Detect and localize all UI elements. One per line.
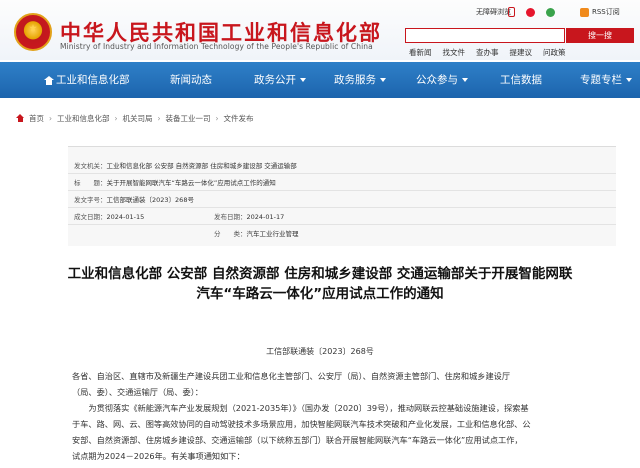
quick-links: 看新闻 找文件 查办事 提建议 问政策	[409, 47, 566, 58]
divider	[68, 207, 616, 208]
divider	[68, 190, 616, 191]
chevron-down-icon	[626, 78, 632, 82]
nav-item-data[interactable]: 工信数据	[500, 62, 542, 98]
document-paragraph: 为贯彻落实《新能源汽车产业发展规划（2021-2035年）》（国办发〔2020〕…	[72, 403, 529, 413]
chevron-down-icon	[462, 78, 468, 82]
breadcrumb-item[interactable]: 机关司局	[123, 113, 153, 124]
site-header: 中华人民共和国工业和信息化部 Ministry of Industry and …	[0, 0, 640, 60]
nav-item-topics[interactable]: 专题专栏	[580, 62, 632, 98]
weibo-icon[interactable]	[526, 6, 538, 18]
breadcrumb-item[interactable]: 工业和信息化部	[57, 113, 110, 124]
search-button[interactable]: 搜一搜	[566, 28, 634, 43]
home-icon	[16, 114, 25, 123]
meta-subject: 标 题：关于开展智能网联汽车“车路云一体化”应用试点工作的通知	[74, 179, 276, 187]
meta-doc-number: 发文字号：工信部联通装〔2023〕268号	[74, 196, 194, 204]
meta-category: 分 类：汽车工业行业管理	[214, 230, 299, 238]
barrier-free-link[interactable]: 无障碍浏览	[476, 6, 511, 18]
quick-link-services[interactable]: 查办事	[476, 47, 499, 58]
meta-published-date: 发布日期：2024-01-17	[214, 213, 285, 221]
document-title-line-2: 汽车“车路云一体化”应用试点工作的通知	[196, 286, 444, 302]
rss-link[interactable]: RSS订阅	[580, 6, 620, 18]
chevron-down-icon	[300, 78, 306, 82]
document-paragraph: 试点期为2024－2026年。有关事项通知如下：	[72, 451, 245, 461]
quick-link-suggestions[interactable]: 提建议	[510, 47, 533, 58]
site-subtitle: Ministry of Industry and Information Tec…	[60, 42, 373, 51]
divider	[68, 224, 616, 225]
document-metadata: 发文机关：工业和信息化部 公安部 自然资源部 住房和城乡建设部 交通运输部 标 …	[68, 146, 616, 246]
national-emblem-icon	[14, 13, 52, 51]
document-paragraph: 安部、自然资源部、住房城乡建设部、交通运输部（以下统称五部门）联合开展智能网联汽…	[72, 435, 523, 445]
document-paragraph: 于车、路、网、云、图等高效协同的自动驾驶技术多场景应用，加快智能网联汽车技术突破…	[72, 419, 531, 429]
nav-item-news[interactable]: 新闻动态	[170, 62, 212, 98]
divider	[68, 173, 616, 174]
nav-item-gov-services[interactable]: 政务服务	[334, 62, 386, 98]
breadcrumb: 首页 › 工业和信息化部 › 机关司局 › 装备工业一司 › 文件发布	[16, 113, 254, 124]
document-number: 工信部联通装〔2023〕268号	[266, 347, 374, 356]
wechat-icon[interactable]	[546, 6, 558, 18]
document-paragraph: 各省、自治区、直辖市及新疆生产建设兵团工业和信息化主管部门、公安厅（局）、自然资…	[72, 371, 511, 381]
chevron-down-icon	[380, 78, 386, 82]
quick-link-files[interactable]: 找文件	[443, 47, 466, 58]
rss-icon	[580, 7, 589, 17]
main-nav: 工业和信息化部 新闻动态 政务公开 政务服务 公众参与 工信数据 专题专栏	[0, 62, 640, 98]
mobile-icon[interactable]	[508, 6, 518, 18]
breadcrumb-item[interactable]: 文件发布	[224, 113, 254, 124]
quick-link-policy[interactable]: 问政策	[543, 47, 566, 58]
quick-link-news[interactable]: 看新闻	[409, 47, 432, 58]
nav-item-miit[interactable]: 工业和信息化部	[44, 62, 130, 98]
document-title-line-1: 工业和信息化部 公安部 自然资源部 住房和城乡建设部 交通运输部关于开展智能网联	[67, 266, 573, 282]
breadcrumb-item[interactable]: 首页	[29, 113, 44, 124]
meta-written-date: 成文日期：2024-01-15	[74, 213, 145, 221]
meta-issuer: 发文机关：工业和信息化部 公安部 自然资源部 住房和城乡建设部 交通运输部	[74, 162, 297, 170]
document-paragraph: （局、委）、交通运输厅（局、委）：	[72, 387, 203, 397]
nav-item-public-participation[interactable]: 公众参与	[416, 62, 468, 98]
home-icon	[44, 75, 54, 85]
search-input[interactable]	[405, 28, 565, 43]
breadcrumb-item[interactable]: 装备工业一司	[166, 113, 211, 124]
nav-item-gov-affairs[interactable]: 政务公开	[254, 62, 306, 98]
